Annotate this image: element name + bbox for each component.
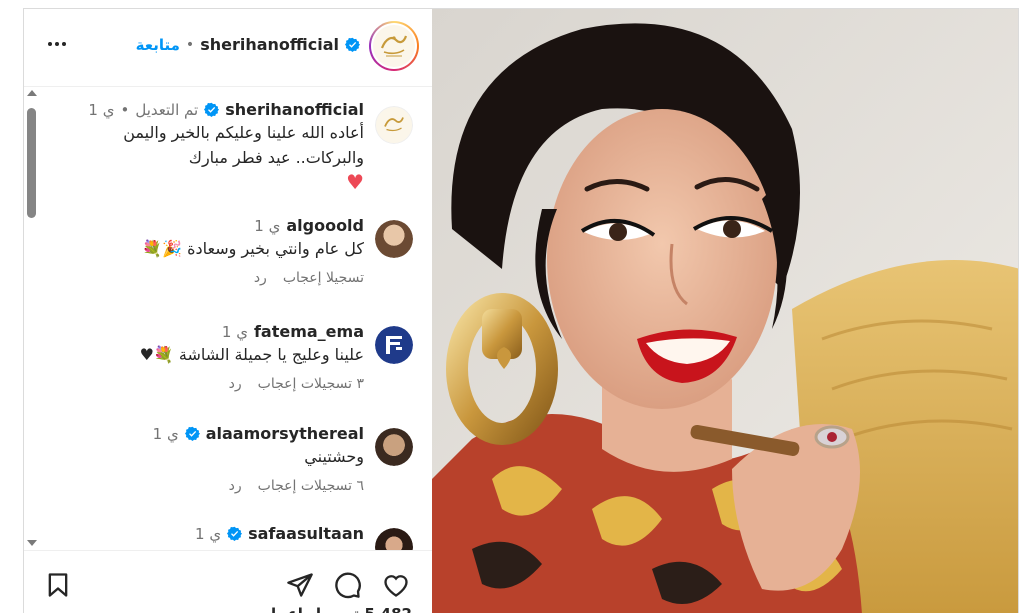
verified-badge-icon <box>184 426 200 441</box>
comment-time[interactable]: 1 ي <box>222 323 248 341</box>
share-icon[interactable] <box>286 571 314 599</box>
scrollbar-thumb[interactable] <box>27 108 36 218</box>
comment-time[interactable]: 1 ي <box>153 425 179 443</box>
scroll-down-arrow-icon[interactable] <box>27 540 37 546</box>
caption-time[interactable]: 1 ي <box>88 101 114 119</box>
reply-button[interactable]: رد <box>229 478 242 494</box>
header-username[interactable]: sherihanofficial <box>200 35 339 54</box>
comment-item: 1 ي algooold كل عام وانتي بخير وسعادة 🎉💐… <box>72 216 413 286</box>
comment-avatar[interactable] <box>375 326 413 364</box>
reply-button[interactable]: رد <box>254 270 267 286</box>
caption-avatar[interactable] <box>375 106 413 144</box>
comment-username[interactable]: alaamorsythereal <box>206 424 364 443</box>
comment-avatar[interactable] <box>375 528 413 550</box>
post-header: متابعة • sherihanofficial <box>24 9 432 87</box>
comment-item: 1 ي alaamorsythereal وحشتيني ٦ تسجيلات إ… <box>72 424 413 494</box>
comment-time[interactable]: 1 ي <box>254 217 280 235</box>
caption-text-line1: أعاده الله علينا وعليكم بالخير واليمن <box>123 123 364 142</box>
more-options-button[interactable] <box>42 31 72 57</box>
likes-count[interactable]: 5,482 تسجيل إعجاب <box>256 605 412 613</box>
scrollbar[interactable] <box>24 88 38 550</box>
separator-dot: • <box>185 36 195 53</box>
comment-username[interactable]: fatema_ema <box>254 322 364 341</box>
verified-badge-icon <box>345 37 360 52</box>
comments-scroll-area[interactable]: 1 ي • تم التعديل sherihanofficial أعاده … <box>24 88 432 550</box>
comment-text: كل عام وانتي بخير وسعادة 🎉💐 <box>142 239 364 258</box>
verified-badge-icon <box>204 102 220 117</box>
caption-text-line2: والبركات.. عيد فطر مبارك <box>188 148 364 167</box>
post-actions-bar <box>24 550 432 613</box>
comment-icon[interactable] <box>334 571 362 599</box>
comment-likes-count[interactable]: ٦ تسجيلات إعجاب <box>258 478 364 494</box>
comment-item: 1 ي safaasultaan <box>72 524 413 550</box>
comment-username[interactable]: safaasultaan <box>248 524 364 543</box>
comment-text: وحشتيني <box>304 447 364 466</box>
scroll-up-arrow-icon[interactable] <box>27 90 37 96</box>
edited-label: تم التعديل <box>135 100 199 119</box>
comment-likes-count[interactable]: تسجيلا إعجاب <box>283 270 364 286</box>
portrait-photo <box>432 9 1018 613</box>
reply-button[interactable]: رد <box>229 376 242 392</box>
caption: 1 ي • تم التعديل sherihanofficial أعاده … <box>72 100 413 194</box>
comment-text: علينا وعليج يا جميلة الشاشة 💐♥ <box>139 345 364 364</box>
comment-item: 1 ي fatema_ema علينا وعليج يا جميلة الشا… <box>72 322 413 392</box>
comment-username[interactable]: algooold <box>286 216 364 235</box>
verified-badge-icon <box>227 526 243 541</box>
caption-heart-emoji: ♥ <box>346 170 364 194</box>
separator-dot: • <box>120 100 130 119</box>
bookmark-icon[interactable] <box>44 571 72 599</box>
comment-time[interactable]: 1 ي <box>195 525 221 543</box>
post-details-panel: متابعة • sherihanofficial 1 ي • تم التعد… <box>24 9 432 613</box>
header-avatar[interactable] <box>369 21 419 71</box>
more-dots-icon <box>48 42 52 46</box>
follow-button[interactable]: متابعة <box>136 36 180 54</box>
post-modal: متابعة • sherihanofficial 1 ي • تم التعد… <box>23 8 1019 613</box>
comment-likes-count[interactable]: ٣ تسجيلات إعجاب <box>258 376 364 392</box>
post-image[interactable] <box>432 9 1018 613</box>
caption-username[interactable]: sherihanofficial <box>225 100 364 119</box>
comment-avatar[interactable] <box>375 220 413 258</box>
brand-logo <box>373 25 415 67</box>
heart-icon[interactable] <box>382 571 410 599</box>
header-user-info: متابعة • sherihanofficial <box>136 35 360 54</box>
comment-avatar[interactable] <box>375 428 413 466</box>
